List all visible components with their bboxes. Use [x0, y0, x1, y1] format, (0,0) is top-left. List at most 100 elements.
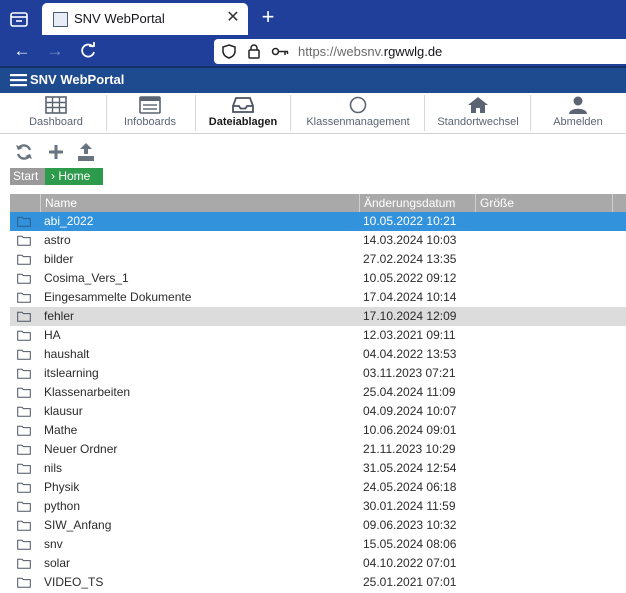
upload-icon[interactable]	[76, 142, 96, 162]
modified-date: 21.11.2023 10:29	[363, 442, 456, 456]
table-row[interactable]: python 30.01.2024 11:59	[10, 497, 626, 516]
table-row[interactable]: Physik 24.05.2024 06:18	[10, 478, 626, 497]
browser-tab-bar: SNV WebPortal ✕ +	[0, 0, 626, 37]
folder-icon	[17, 406, 31, 417]
table-row[interactable]: abi_2022 10.05.2022 10:21	[10, 212, 626, 231]
table-row[interactable]: Cosima_Vers_1 10.05.2022 09:12	[10, 269, 626, 288]
nav-dashboard[interactable]: Dashboard	[14, 93, 98, 133]
folder-name: Physik	[44, 480, 80, 494]
tab-overview-icon[interactable]	[8, 8, 30, 30]
header-filler	[612, 194, 626, 212]
browser-tab[interactable]: SNV WebPortal ✕	[42, 3, 248, 35]
tab-title: SNV WebPortal	[74, 11, 165, 26]
folder-name: Eingesammelte Dokumente	[44, 290, 192, 304]
table-row[interactable]: HA 12.03.2021 09:11	[10, 326, 626, 345]
modified-date: 10.06.2024 09:01	[363, 423, 457, 437]
hamburger-menu-icon[interactable]	[10, 73, 27, 87]
table-row[interactable]: Neuer Ordner 21.11.2023 10:29	[10, 440, 626, 459]
folder-icon	[17, 311, 31, 322]
table-row[interactable]: nils 31.05.2024 12:54	[10, 459, 626, 478]
folder-name: VIDEO_TS	[44, 575, 104, 589]
table-row[interactable]: SIW_Anfang 09.06.2023 10:32	[10, 516, 626, 535]
modified-date: 14.03.2024 10:03	[363, 233, 457, 247]
url-text[interactable]: https://websnv.rgwwlg.de	[298, 44, 442, 59]
folder-icon	[17, 558, 31, 569]
table-row[interactable]: VIDEO_TS 25.01.2021 07:01	[10, 573, 626, 592]
nav-dateiablagen[interactable]: Dateiablagen	[200, 93, 286, 133]
close-tab-icon[interactable]: ✕	[224, 9, 242, 27]
modified-date: 24.05.2024 06:18	[363, 480, 457, 494]
folder-name: nils	[44, 461, 63, 475]
home-icon	[468, 97, 488, 113]
forward-arrow-icon[interactable]: →	[45, 41, 65, 61]
breadcrumb-home[interactable]: › Home	[45, 168, 103, 185]
folder-name: snv	[44, 537, 63, 551]
page-favicon-icon	[53, 12, 68, 27]
toolbar-divider	[424, 95, 425, 131]
folder-name: Cosima_Vers_1	[44, 271, 129, 285]
table-row[interactable]: itslearning 03.11.2023 07:21	[10, 364, 626, 383]
modified-date: 04.10.2022 07:01	[363, 556, 457, 570]
table-row[interactable]: bilder 27.02.2024 13:35	[10, 250, 626, 269]
table-row[interactable]: Klassenarbeiten 25.04.2024 11:09	[10, 383, 626, 402]
table-row[interactable]: fehler 17.10.2024 12:09	[10, 307, 626, 326]
nav-standortwechsel-label: Standortwechsel	[437, 116, 519, 128]
address-bar[interactable]: https://websnv.rgwwlg.de	[214, 39, 626, 64]
modified-date: 31.05.2024 12:54	[363, 461, 457, 475]
modified-date: 17.10.2024 12:09	[363, 309, 457, 323]
modified-date: 12.03.2021 09:11	[363, 328, 456, 342]
table-row[interactable]: Eingesammelte Dokumente 17.04.2024 10:14	[10, 288, 626, 307]
table-row[interactable]: astro 14.03.2024 10:03	[10, 231, 626, 250]
header-date[interactable]: Änderungsdatum	[359, 194, 475, 212]
board-icon	[139, 96, 161, 114]
header-size[interactable]: Größe	[475, 194, 612, 212]
folder-icon	[17, 235, 31, 246]
table-row[interactable]: haushalt 04.04.2022 13:53	[10, 345, 626, 364]
table-row[interactable]: snv 15.05.2024 08:06	[10, 535, 626, 554]
modified-date: 30.01.2024 11:59	[363, 499, 456, 513]
toolbar-divider	[106, 95, 107, 131]
back-arrow-icon[interactable]: ←	[12, 41, 32, 61]
header-name[interactable]: Name	[40, 194, 359, 212]
folder-icon	[17, 577, 31, 588]
folder-icon	[17, 349, 31, 360]
folder-icon	[17, 273, 31, 284]
folder-icon	[17, 292, 31, 303]
nav-klassenmanagement[interactable]: Klassenmanagement	[300, 93, 416, 133]
nav-infoboards[interactable]: Infoboards	[110, 93, 190, 133]
folder-icon	[17, 463, 31, 474]
table-row[interactable]: solar 04.10.2022 07:01	[10, 554, 626, 573]
folder-icon	[17, 501, 31, 512]
nav-dateiablagen-label: Dateiablagen	[208, 116, 278, 128]
folder-name: haushalt	[44, 347, 90, 361]
folder-name: astro	[44, 233, 71, 247]
breadcrumb-start[interactable]: Start	[10, 168, 45, 185]
folder-name: python	[44, 499, 81, 513]
url-domain: rgwwlg.de	[383, 44, 443, 59]
nav-dashboard-label: Dashboard	[29, 116, 83, 128]
lock-icon[interactable]	[247, 44, 261, 59]
nav-standortwechsel[interactable]: Standortwechsel	[430, 93, 526, 133]
toolbar-divider	[195, 95, 196, 131]
refresh-icon[interactable]	[14, 142, 34, 162]
modified-date: 09.06.2023 10:32	[363, 518, 457, 532]
new-tab-icon[interactable]: +	[258, 6, 278, 28]
modified-date: 04.04.2022 13:53	[363, 347, 457, 361]
modified-date: 25.04.2024 11:09	[363, 385, 456, 399]
table-row[interactable]: klausur 04.09.2024 10:07	[10, 402, 626, 421]
shield-icon[interactable]	[222, 44, 236, 59]
url-prefix: https://websnv.	[298, 44, 384, 59]
nav-abmelden[interactable]: Abmelden	[540, 93, 616, 133]
toolbar-divider	[290, 95, 291, 131]
key-icon[interactable]	[271, 45, 289, 58]
reload-icon[interactable]	[78, 41, 98, 61]
folder-icon	[17, 387, 31, 398]
nav-infoboards-label: Infoboards	[124, 116, 176, 128]
folder-icon	[17, 482, 31, 493]
add-icon[interactable]	[46, 142, 66, 162]
folder-icon	[17, 368, 31, 379]
folder-name: SIW_Anfang	[44, 518, 112, 532]
modified-date: 10.05.2022 10:21	[363, 214, 457, 228]
table-row[interactable]: Mathe 10.06.2024 09:01	[10, 421, 626, 440]
grid-icon	[45, 96, 67, 114]
